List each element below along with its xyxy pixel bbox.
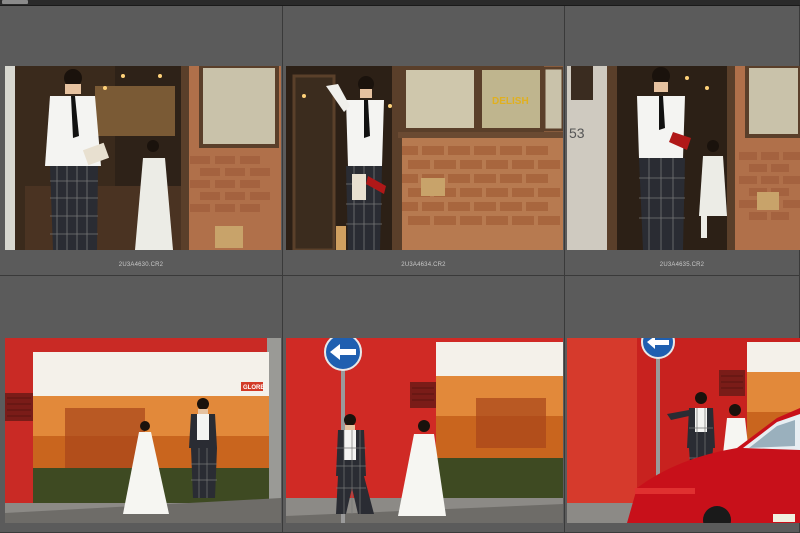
thumbnail-image[interactable]: DELISH — [286, 66, 563, 250]
library-tab[interactable] — [2, 0, 28, 4]
grid-cell-1[interactable]: 2U3A4630.CR2 — [0, 6, 283, 276]
thumbnail-grid: 2U3A4630.CR2 DELISH 2U3A4634.CR2 53 2U3A… — [0, 6, 800, 533]
thumbnail-image[interactable] — [5, 66, 281, 250]
grid-cell-4[interactable]: GLORE — [0, 276, 283, 533]
grid-cell-5[interactable] — [283, 276, 565, 533]
address-number: 53 — [569, 125, 585, 141]
thumbnail-filename: 2U3A4630.CR2 — [118, 262, 164, 268]
grid-cell-2[interactable]: DELISH 2U3A4634.CR2 — [283, 6, 565, 276]
grid-cell-6[interactable] — [565, 276, 800, 533]
grid-cell-3[interactable]: 53 2U3A4635.CR2 — [565, 6, 800, 276]
thumbnail-image[interactable] — [286, 338, 563, 523]
thumbnail-filename: 2U3A4635.CR2 — [659, 262, 705, 268]
poster-brand: GLORE — [243, 385, 264, 391]
thumbnail-image[interactable]: 53 — [567, 66, 800, 250]
thumbnail-filename: 2U3A4634.CR2 — [401, 262, 446, 268]
shop-sign-text: DELISH — [492, 96, 529, 107]
thumbnail-image[interactable]: GLORE — [5, 338, 281, 523]
thumbnail-image[interactable] — [567, 338, 800, 523]
